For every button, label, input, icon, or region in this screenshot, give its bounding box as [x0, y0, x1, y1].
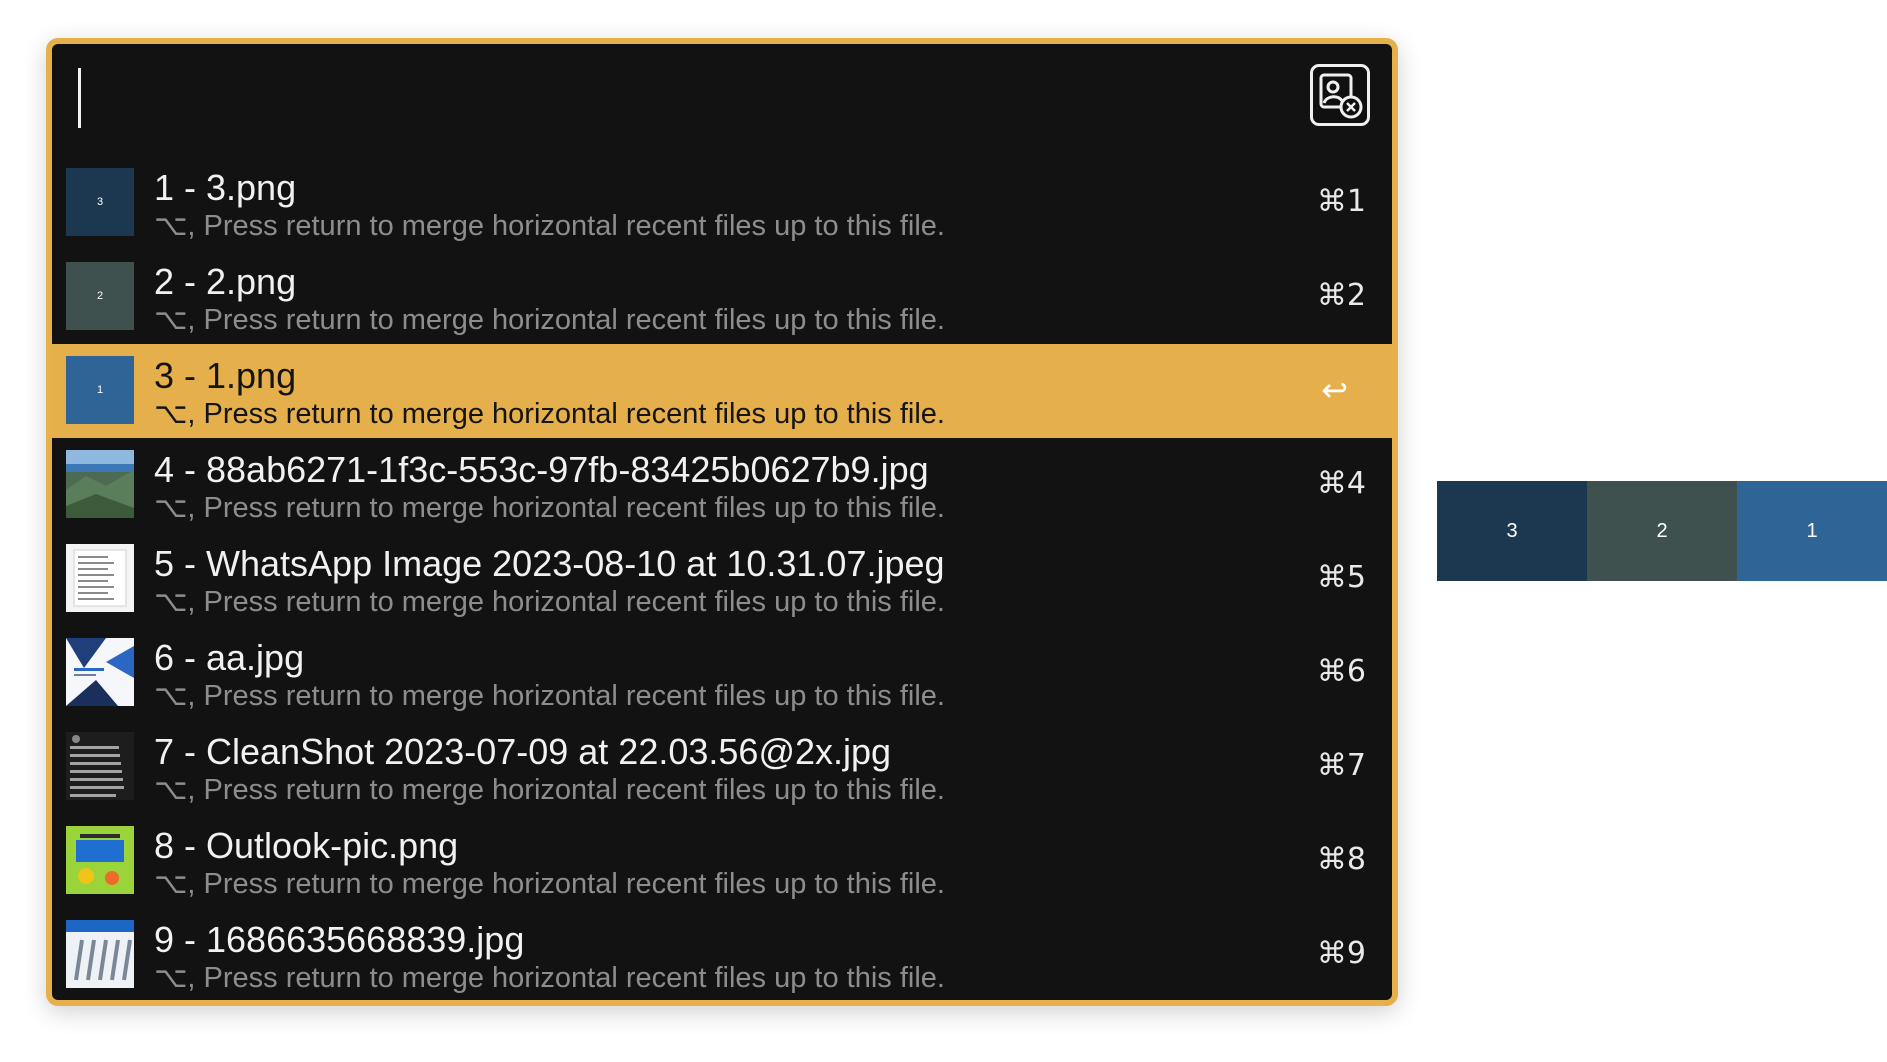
- file-thumbnail: [66, 450, 134, 518]
- file-thumbnail: 1: [66, 356, 134, 424]
- preview-image-tile: 3: [1437, 481, 1587, 581]
- file-title: 4 - 88ab6271-1f3c-553c-97fb-83425b0627b9…: [154, 449, 929, 490]
- result-row[interactable]: 4 - 88ab6271-1f3c-553c-97fb-83425b0627b9…: [52, 438, 1392, 532]
- file-subtitle: ⌥, Press return to merge horizontal rece…: [154, 210, 945, 242]
- file-subtitle: ⌥, Press return to merge horizontal rece…: [154, 774, 945, 806]
- thumbnail-label: 2: [96, 290, 104, 302]
- file-title: 5 - WhatsApp Image 2023-08-10 at 10.31.0…: [154, 543, 945, 584]
- merge-preview: 321: [1437, 481, 1887, 581]
- file-thumbnail: [66, 732, 134, 800]
- result-row[interactable]: 9 - 1686635668839.jpg ⌥, Press return to …: [52, 908, 1392, 1000]
- file-title: 2 - 2.png: [154, 261, 297, 302]
- shortcut-hint: ⌘7: [1316, 748, 1366, 783]
- shortcut-hint: ⌘9: [1316, 936, 1366, 971]
- file-subtitle: ⌥, Press return to merge horizontal rece…: [154, 868, 945, 900]
- shortcut-hint: ⌘1: [1316, 184, 1366, 219]
- result-row[interactable]: 6 - aa.jpg ⌥, Press return to merge horiz…: [52, 626, 1392, 720]
- results-list: 31 - 3.png ⌥, Press return to merge horiz…: [52, 156, 1392, 1000]
- preview-image-tile: 1: [1737, 481, 1887, 581]
- file-thumbnail: [66, 638, 134, 706]
- shortcut-hint: ⌘6: [1316, 654, 1366, 689]
- launcher-window: 31 - 3.png ⌥, Press return to merge horiz…: [46, 38, 1398, 1006]
- file-thumbnail: [66, 920, 134, 988]
- result-row[interactable]: 7 - CleanShot 2023-07-09 at 22.03.56@2x.…: [52, 720, 1392, 814]
- file-thumbnail: 2: [66, 262, 134, 330]
- file-thumbnail: [66, 544, 134, 612]
- file-subtitle: ⌥, Press return to merge horizontal rece…: [154, 680, 945, 712]
- file-thumbnail: 3: [66, 168, 134, 236]
- file-title: 1 - 3.png: [154, 167, 297, 208]
- file-subtitle: ⌥, Press return to merge horizontal rece…: [154, 962, 945, 994]
- shortcut-hint: ⌘5: [1316, 560, 1366, 595]
- file-subtitle: ⌥, Press return to merge horizontal rece…: [154, 586, 945, 618]
- result-row[interactable]: 5 - WhatsApp Image 2023-08-10 at 10.31.0…: [52, 532, 1392, 626]
- thumbnail-label: 3: [96, 196, 104, 208]
- result-row[interactable]: 8 - Outlook-pic.png ⌥, Press return to me…: [52, 814, 1392, 908]
- file-title: 8 - Outlook-pic.png: [154, 825, 459, 866]
- result-row[interactable]: 1 3 - 1.png ⌥, Press return to merge horiz…: [52, 344, 1392, 438]
- file-title: 7 - CleanShot 2023-07-09 at 22.03.56@2x.…: [154, 731, 892, 772]
- file-title: 3 - 1.png: [154, 355, 297, 396]
- thumbnail-label: 1: [96, 384, 104, 396]
- shortcut-hint: ⌘2: [1316, 278, 1366, 313]
- return-key-icon: ↩: [1321, 371, 1348, 409]
- search-bar: [52, 44, 1392, 158]
- search-input[interactable]: [52, 44, 1306, 158]
- result-row[interactable]: 3 1 - 3.png ⌥, Press return to merge horiz…: [52, 156, 1392, 250]
- file-subtitle: ⌥, Press return to merge horizontal rece…: [154, 304, 945, 336]
- file-subtitle: ⌥, Press return to merge horizontal rece…: [154, 398, 945, 430]
- file-subtitle: ⌥, Press return to merge horizontal rece…: [154, 492, 945, 524]
- file-title: 6 - aa.jpg: [154, 637, 305, 678]
- file-thumbnail: [66, 826, 134, 894]
- text-caret: [78, 68, 81, 128]
- result-row[interactable]: 2 2 - 2.png ⌥, Press return to merge horiz…: [52, 250, 1392, 344]
- shortcut-hint: ⌘4: [1316, 466, 1366, 501]
- shortcut-hint: ⌘8: [1316, 842, 1366, 877]
- file-title: 9 - 1686635668839.jpg: [154, 919, 525, 960]
- image-merge-icon: [1310, 64, 1370, 126]
- preview-image-tile: 2: [1587, 481, 1737, 581]
